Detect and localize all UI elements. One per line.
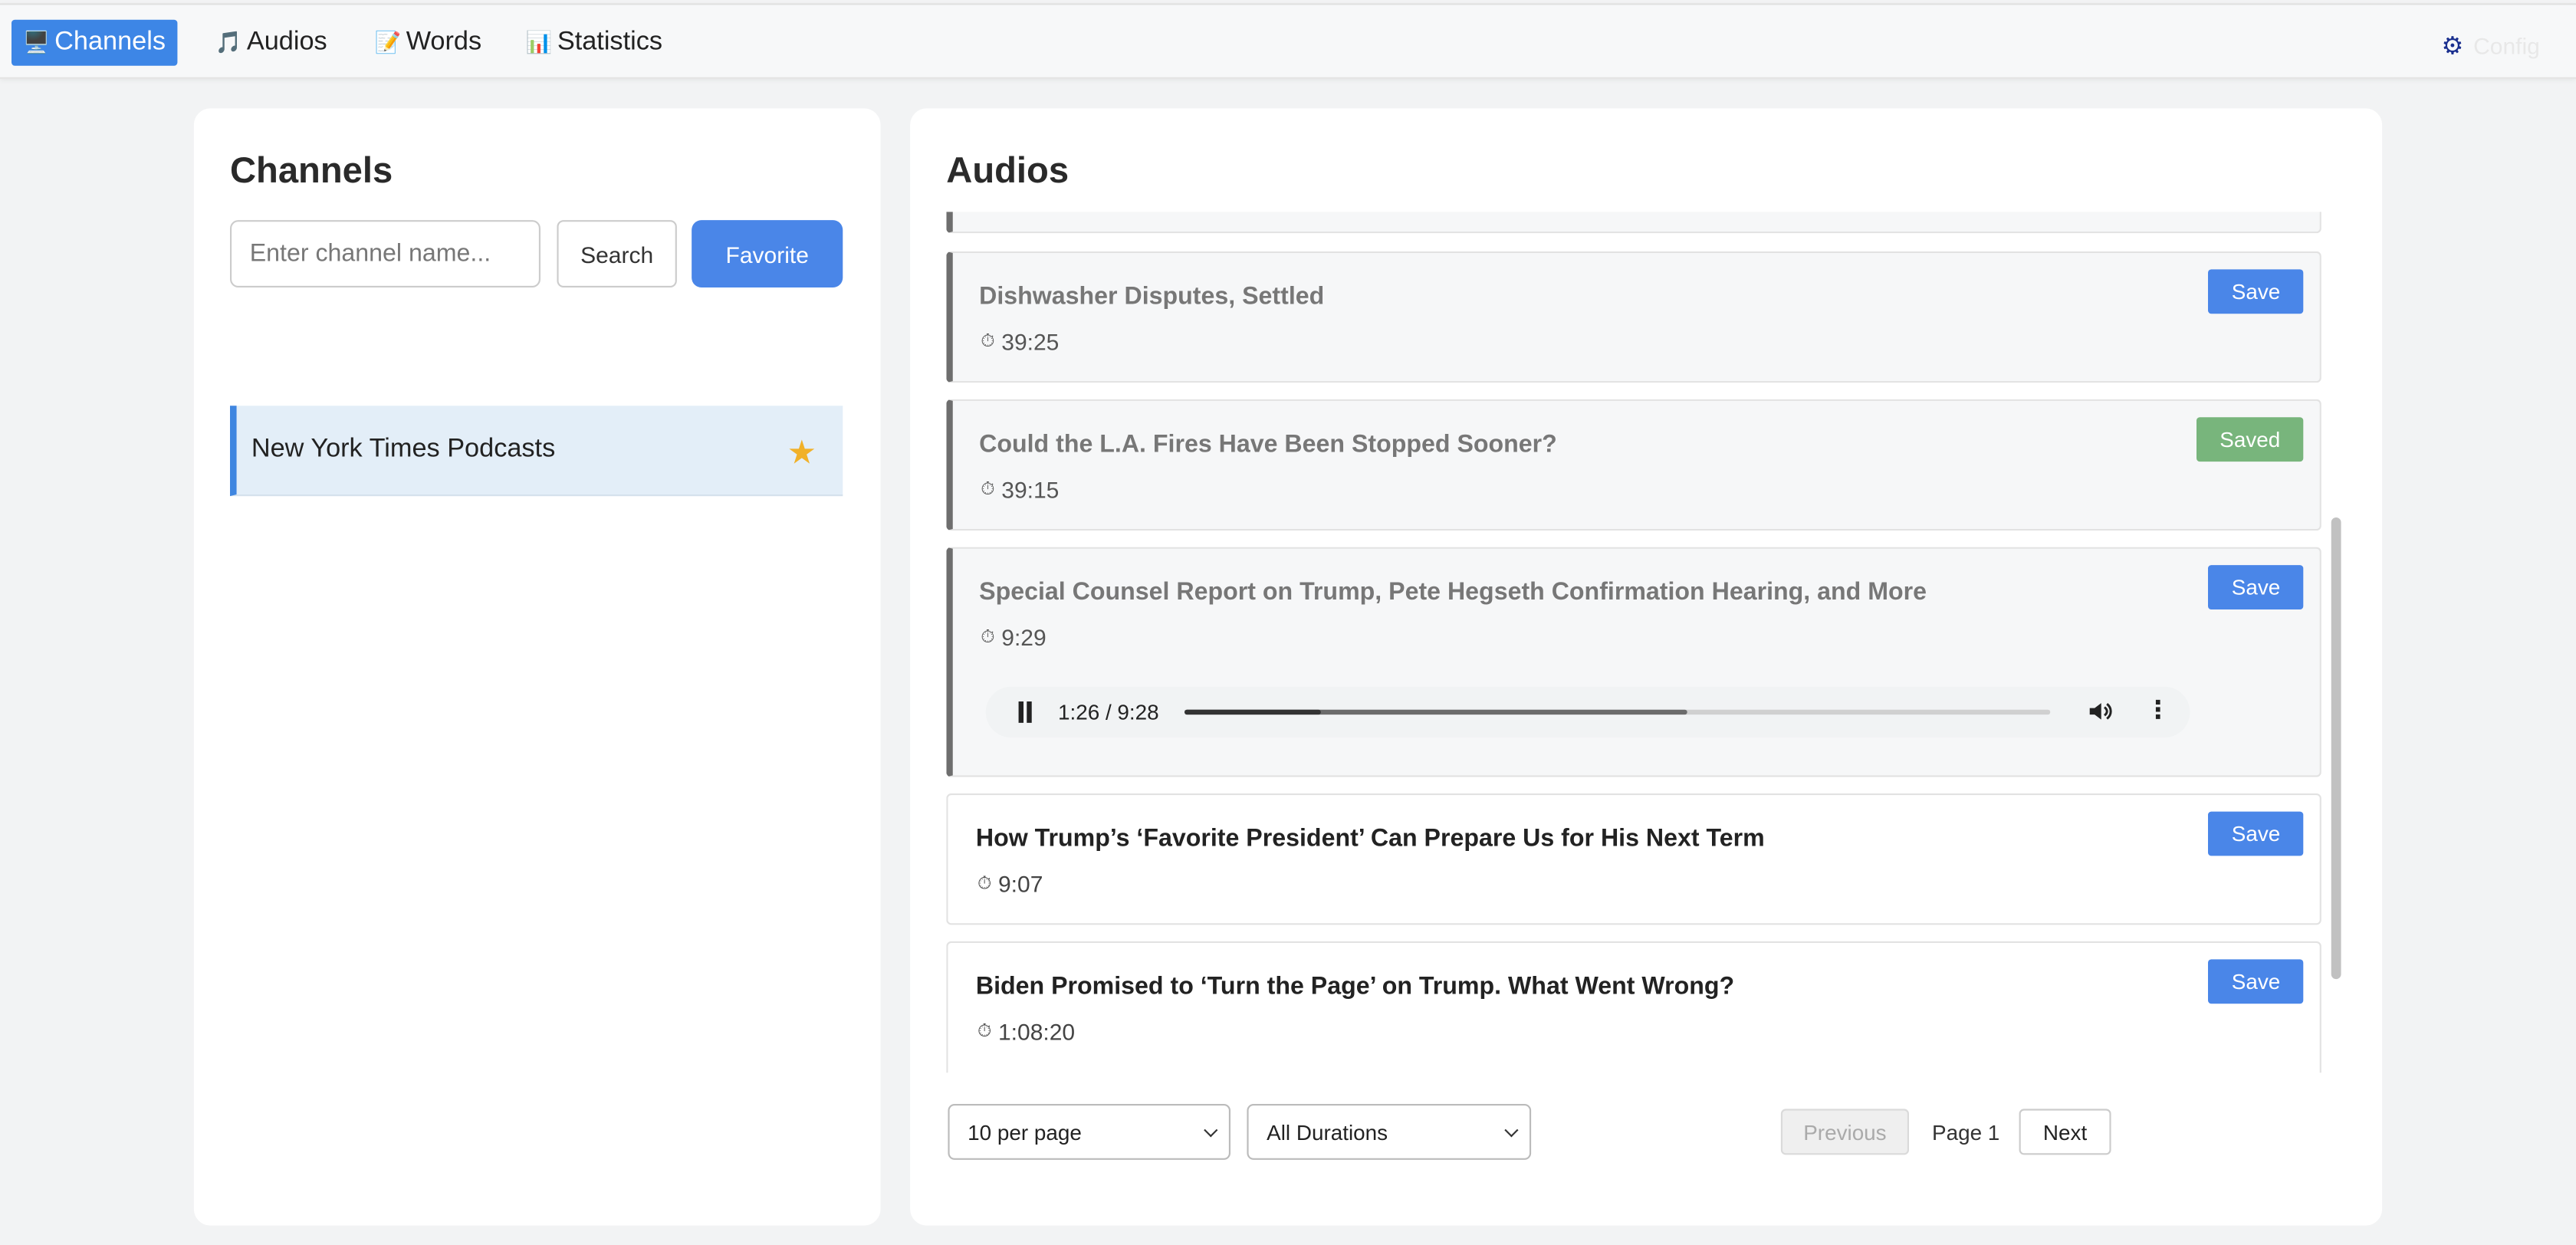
duration-filter-select[interactable]: All Durations xyxy=(1247,1104,1532,1160)
timer-icon: ⏱ xyxy=(978,872,992,893)
audio-title: Biden Promised to ‘Turn the Page’ on Tru… xyxy=(975,972,1735,1000)
nav-tab-label: Statistics xyxy=(557,28,663,56)
audio-item[interactable]: Dishwasher Disputes, Settled ⏱ 39:25 Sav… xyxy=(946,251,2321,383)
chevron-down-icon xyxy=(1504,1123,1519,1138)
nav-tab-label: Words xyxy=(406,28,482,56)
chevron-down-icon xyxy=(1204,1123,1218,1138)
search-button[interactable]: Search xyxy=(557,220,677,287)
player-time: 1:26 / 9:28 xyxy=(1058,699,1159,724)
star-icon[interactable]: ★ xyxy=(787,432,816,474)
more-options-icon[interactable]: ⋮ xyxy=(2146,698,2170,724)
save-button[interactable]: Save xyxy=(2208,811,2304,856)
audio-list: Dishwasher Disputes, Settled ⏱ 39:25 Sav… xyxy=(946,212,2344,1073)
duration-value: 39:25 xyxy=(1001,328,1060,355)
timer-icon: ⏱ xyxy=(981,626,995,647)
duration-value: 39:15 xyxy=(1001,476,1060,503)
saved-button[interactable]: Saved xyxy=(2196,417,2304,462)
page-indicator: Page 1 xyxy=(1932,1120,2000,1145)
nav-tab-audios[interactable]: 🎵 Audios xyxy=(204,20,339,66)
audio-list-scrollbar[interactable] xyxy=(2326,210,2346,1071)
timer-icon: ⏱ xyxy=(981,330,995,351)
audio-title: Special Counsel Report on Trump, Pete He… xyxy=(979,578,1927,606)
duration-value: 9:29 xyxy=(1001,624,1046,651)
nav-tab-channels[interactable]: 🖥️ Channels xyxy=(12,19,177,66)
scroll-thumb[interactable] xyxy=(2331,517,2341,980)
timer-icon: ⏱ xyxy=(978,1020,992,1041)
favorite-button[interactable]: Favorite xyxy=(692,220,843,287)
audio-title: Could the L.A. Fires Have Been Stopped S… xyxy=(979,430,1557,458)
save-button[interactable]: Save xyxy=(2208,565,2304,609)
volume-icon[interactable] xyxy=(2086,698,2112,724)
channel-list-item[interactable]: New York Times Podcasts ★ xyxy=(230,406,843,497)
timer-icon: ⏱ xyxy=(981,478,995,499)
audio-duration: ⏱ 39:15 xyxy=(981,476,1059,502)
audio-player: 1:26 / 9:28 ⋮ xyxy=(985,686,2190,738)
nav-tab-statistics[interactable]: 📊 Statistics xyxy=(514,20,674,66)
save-button[interactable]: Save xyxy=(2208,269,2304,314)
next-button[interactable]: Next xyxy=(2019,1109,2111,1155)
memo-icon: 📝 xyxy=(374,29,402,54)
config-button[interactable]: ⚙ Config xyxy=(2441,31,2539,61)
audio-duration: ⏱ 1:08:20 xyxy=(978,1019,1075,1045)
audio-title: How Trump’s ‘Favorite President’ Can Pre… xyxy=(975,824,1765,853)
channels-title: Channels xyxy=(230,149,393,191)
previous-button[interactable]: Previous xyxy=(1780,1109,1909,1155)
audio-title: Dishwasher Disputes, Settled xyxy=(979,282,1325,310)
seek-bar[interactable] xyxy=(1184,709,2051,715)
nav-tab-label: Audios xyxy=(246,28,327,56)
pause-icon[interactable] xyxy=(1015,701,1035,723)
channels-panel: Channels Search Favorite New York Times … xyxy=(193,108,881,1226)
audio-item[interactable]: Biden Promised to ‘Turn the Page’ on Tru… xyxy=(946,941,2321,1073)
audio-item[interactable]: How Trump’s ‘Favorite President’ Can Pre… xyxy=(946,793,2321,925)
nav-tab-label: Channels xyxy=(54,28,166,56)
audios-panel: Audios Dishwasher Disputes, Settled ⏱ 39… xyxy=(910,108,2383,1226)
audio-item[interactable]: Special Counsel Report on Trump, Pete He… xyxy=(946,547,2321,777)
gear-icon: ⚙ xyxy=(2441,32,2464,61)
config-label: Config xyxy=(2473,32,2540,60)
audio-item[interactable]: Could the L.A. Fires Have Been Stopped S… xyxy=(946,399,2321,531)
duration-value: 1:08:20 xyxy=(997,1018,1076,1045)
audio-duration: ⏱ 39:25 xyxy=(981,329,1059,355)
audio-item[interactable] xyxy=(946,212,2321,234)
duration-value: 9:07 xyxy=(997,870,1043,897)
played-bar xyxy=(1184,709,1322,715)
nav-tab-words[interactable]: 📝 Words xyxy=(363,20,494,66)
audio-duration: ⏱ 9:29 xyxy=(981,624,1046,650)
per-page-value: 10 per page xyxy=(968,1119,1082,1145)
tv-icon: 🖥️ xyxy=(23,29,50,54)
music-note-icon: 🎵 xyxy=(215,29,242,54)
channel-name: New York Times Podcasts xyxy=(251,435,556,464)
audios-title: Audios xyxy=(946,149,1070,191)
per-page-select[interactable]: 10 per page xyxy=(948,1104,1230,1160)
audio-duration: ⏱ 9:07 xyxy=(978,871,1043,897)
save-button[interactable]: Save xyxy=(2208,959,2304,1004)
duration-filter-value: All Durations xyxy=(1267,1119,1388,1145)
top-nav: 🖥️ Channels 🎵 Audios 📝 Words 📊 Statistic… xyxy=(0,3,2576,79)
channel-search-input[interactable] xyxy=(230,220,540,287)
bar-chart-icon: 📊 xyxy=(525,29,553,54)
